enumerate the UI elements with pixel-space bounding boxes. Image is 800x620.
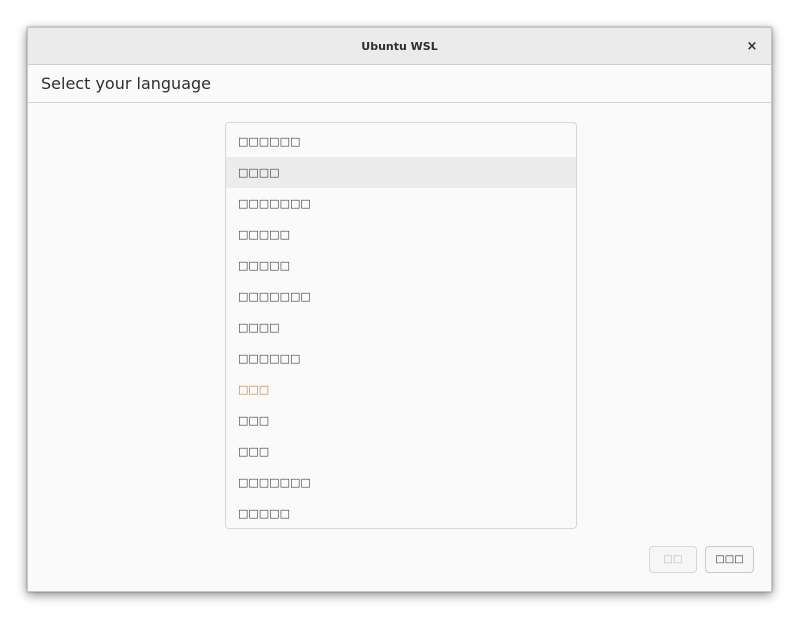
close-icon[interactable]: × (741, 36, 763, 58)
language-list[interactable]: □□□□□□ □□□□ □□□□□□□ □□□□□ □□□□□ □□□□□□□ … (225, 122, 577, 529)
window-title: Ubuntu WSL (361, 40, 438, 53)
language-option[interactable]: □□□□□□ (226, 126, 576, 157)
language-option[interactable]: □□□□□□ (226, 343, 576, 374)
back-button[interactable]: □□ (649, 546, 697, 573)
language-option[interactable]: □□□ (226, 405, 576, 436)
installer-window: Ubuntu WSL × Select your language □□□□□□… (27, 27, 772, 592)
language-option[interactable]: □□□ (226, 374, 576, 405)
title-bar[interactable]: Ubuntu WSL × (28, 28, 771, 65)
language-option[interactable]: □□□□□ (226, 250, 576, 281)
language-option[interactable]: □□□□□ (226, 219, 576, 250)
next-button[interactable]: □□□ (705, 546, 754, 573)
language-option[interactable]: □□□□□□□ (226, 188, 576, 219)
language-option-selected[interactable]: □□□□ (226, 157, 576, 188)
page-header: Select your language (28, 65, 771, 103)
page-title: Select your language (41, 74, 211, 93)
language-option[interactable]: □□□□□□□ (226, 467, 576, 498)
language-option[interactable]: □□□ (226, 436, 576, 467)
language-option[interactable]: □□□□□ (226, 498, 576, 528)
language-option[interactable]: □□□□ (226, 312, 576, 343)
language-option[interactable]: □□□□□□□ (226, 281, 576, 312)
